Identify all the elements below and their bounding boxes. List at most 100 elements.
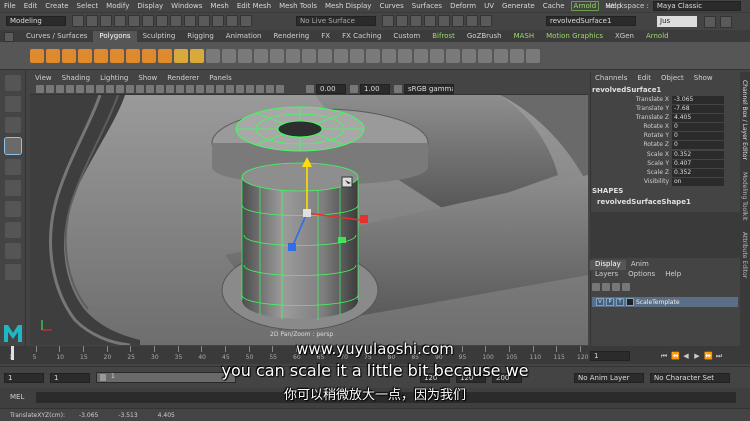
camera-attributes-icon[interactable] <box>46 84 54 93</box>
lasso-tool-icon[interactable] <box>4 96 21 112</box>
menu-file[interactable]: File <box>0 2 20 10</box>
menu-edit[interactable]: Edit <box>20 2 42 10</box>
menu-windows[interactable]: Windows <box>167 2 206 10</box>
snap-grid-icon[interactable] <box>184 15 196 27</box>
menu-deform[interactable]: Deform <box>446 2 480 10</box>
new-layer-icon[interactable] <box>612 283 620 291</box>
ipr-render-icon[interactable] <box>396 15 408 27</box>
super-shape-icon[interactable] <box>158 48 172 63</box>
channel-object-menu[interactable]: Object <box>656 74 689 82</box>
menu-uv[interactable]: UV <box>480 2 498 10</box>
menu-edit-mesh[interactable]: Edit Mesh <box>233 2 275 10</box>
multi-cut-icon[interactable] <box>382 48 396 63</box>
layer-help-menu[interactable]: Help <box>660 270 686 280</box>
mirror-icon[interactable] <box>270 48 284 63</box>
slide-edge-icon[interactable] <box>462 48 476 63</box>
viewport-menu-lighting[interactable]: Lighting <box>95 74 133 82</box>
layer-template-toggle[interactable]: T <box>616 298 624 306</box>
fill-hole-icon[interactable] <box>334 48 348 63</box>
move-layer-down-icon[interactable] <box>602 283 610 291</box>
tab-fx-caching[interactable]: FX Caching <box>336 31 387 42</box>
menu-display[interactable]: Display <box>133 2 167 10</box>
hypershade-icon[interactable] <box>424 15 436 27</box>
menu-mesh[interactable]: Mesh <box>206 2 232 10</box>
menu-modify[interactable]: Modify <box>102 2 133 10</box>
select-component-icon[interactable] <box>170 15 182 27</box>
snap-point-icon[interactable] <box>212 15 224 27</box>
render-view-icon[interactable] <box>438 15 450 27</box>
render-settings-icon[interactable] <box>410 15 422 27</box>
planar-map-icon[interactable] <box>494 48 508 63</box>
tab-rigging[interactable]: Rigging <box>181 31 220 42</box>
viewport-menu-panels[interactable]: Panels <box>204 74 237 82</box>
single-view-icon[interactable] <box>4 222 21 238</box>
toggle-sidebar-icon[interactable] <box>720 16 732 28</box>
workspace-select[interactable]: Maya Classic <box>652 1 741 11</box>
xray-components-icon[interactable] <box>276 84 284 93</box>
layers-menu[interactable]: Layers <box>590 270 623 280</box>
grid-toggle-icon[interactable] <box>76 84 84 93</box>
move-tool-icon[interactable] <box>4 180 21 196</box>
attr-value[interactable]: 0 <box>672 122 724 131</box>
offset-edge-loop-icon[interactable] <box>446 48 460 63</box>
scale-tool-icon[interactable] <box>3 137 22 155</box>
new-scene-icon[interactable] <box>72 15 84 27</box>
poly-text-icon[interactable] <box>174 48 188 63</box>
wireframe-icon[interactable] <box>146 84 154 93</box>
tab-animation[interactable]: Animation <box>220 31 268 42</box>
save-scene-icon[interactable] <box>100 15 112 27</box>
color-management-icon[interactable] <box>394 84 402 93</box>
poly-plane-icon[interactable] <box>110 48 124 63</box>
poly-cube-icon[interactable] <box>46 48 60 63</box>
tab-sculpting[interactable]: Sculpting <box>137 31 182 42</box>
snap-live-icon[interactable] <box>240 15 252 27</box>
new-layer-selected-icon[interactable] <box>622 283 630 291</box>
wireframe-on-shaded-icon[interactable] <box>166 84 174 93</box>
tab-motion-graphics[interactable]: Motion Graphics <box>540 31 609 42</box>
tab-rendering[interactable]: Rendering <box>267 31 315 42</box>
select-tool-icon[interactable] <box>4 75 21 91</box>
move-layer-up-icon[interactable] <box>592 283 600 291</box>
image-plane-icon[interactable] <box>66 84 74 93</box>
user-account[interactable]: Jus <box>657 16 697 27</box>
menu-generate[interactable]: Generate <box>498 2 539 10</box>
attr-value[interactable]: 0 <box>672 140 724 149</box>
shelf-menu-icon[interactable] <box>4 32 14 42</box>
viewport-menu-view[interactable]: View <box>30 74 57 82</box>
menu-curves[interactable]: Curves <box>375 2 407 10</box>
menu-arnold[interactable]: Arnold <box>570 1 600 11</box>
tab-gozbrush[interactable]: GoZBrush <box>461 31 508 42</box>
insert-edge-loop-icon[interactable] <box>430 48 444 63</box>
redo-icon[interactable] <box>128 15 140 27</box>
menu-cache[interactable]: Cache <box>539 2 569 10</box>
exposure-field[interactable]: 0.00 <box>316 83 346 94</box>
attr-value[interactable]: 0.352 <box>672 168 724 177</box>
layout-icon[interactable] <box>4 264 21 280</box>
poly-disc-icon[interactable] <box>126 48 140 63</box>
camera-select-icon[interactable] <box>36 84 44 93</box>
connect-icon[interactable] <box>478 48 492 63</box>
quad-draw-icon[interactable] <box>414 48 428 63</box>
layer-color-swatch[interactable] <box>626 298 634 306</box>
motion-blur-icon[interactable] <box>216 84 224 93</box>
attr-value[interactable]: 0 <box>672 131 724 140</box>
merge-icon[interactable] <box>366 48 380 63</box>
attr-value[interactable]: -3.065 <box>672 95 724 104</box>
layer-row-scaletemplate[interactable]: V P T ScaleTemplate <box>592 297 738 307</box>
viewport-persp[interactable] <box>30 95 588 345</box>
attr-value[interactable]: 0.352 <box>672 150 724 159</box>
tab-mash[interactable]: MASH <box>508 31 541 42</box>
exposure-icon[interactable] <box>306 84 314 93</box>
layer-options-menu[interactable]: Options <box>623 270 660 280</box>
gamma-field[interactable]: 1.00 <box>360 83 390 94</box>
select-hierarchy-icon[interactable] <box>142 15 154 27</box>
tab-curves-surfaces[interactable]: Curves / Surfaces <box>20 31 93 42</box>
paint-select-tool-icon[interactable] <box>4 117 21 133</box>
automatic-map-icon[interactable] <box>510 48 524 63</box>
smooth-icon[interactable] <box>238 48 252 63</box>
ambient-occlusion-icon[interactable] <box>206 84 214 93</box>
xray-icon[interactable] <box>256 84 264 93</box>
viewport-menu-shading[interactable]: Shading <box>57 74 95 82</box>
channel-show-menu[interactable]: Show <box>689 74 718 82</box>
attr-value[interactable]: -7.68 <box>672 104 724 113</box>
